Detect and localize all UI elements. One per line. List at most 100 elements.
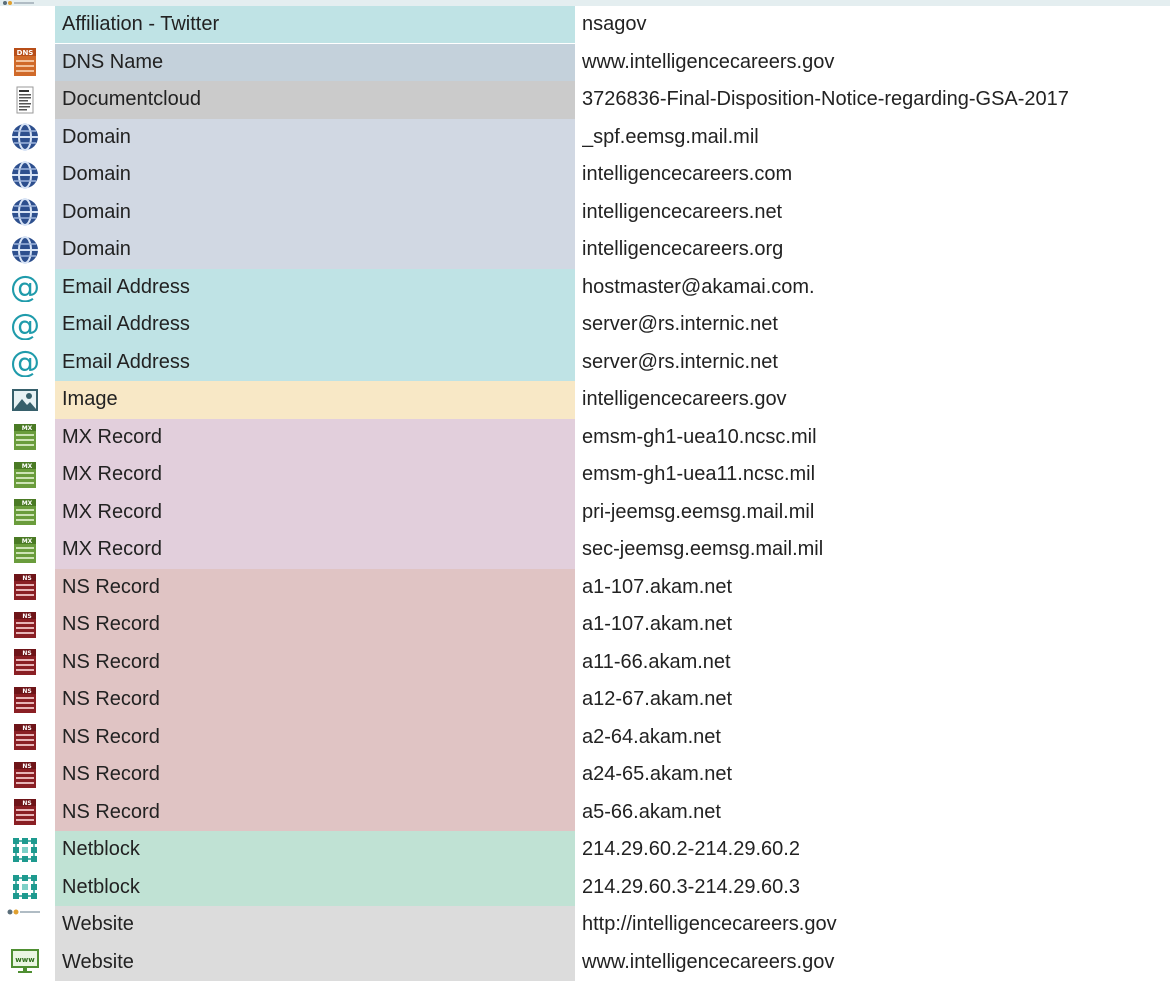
list-item[interactable]: NS NS Recorda1-107.akam.net — [0, 569, 1170, 607]
entity-value[interactable]: nsagov — [582, 6, 1170, 43]
entity-value[interactable]: a12-67.akam.net — [582, 681, 1170, 719]
list-item[interactable]: Netblock214.29.60.3-214.29.60.3 — [0, 869, 1170, 907]
image-icon — [0, 381, 50, 419]
entity-type: Netblock — [55, 869, 575, 907]
svg-text:NS: NS — [22, 725, 31, 732]
list-item[interactable]: NSNS Recorda2-64.akam.net — [0, 719, 1170, 757]
list-item[interactable]: @Email Addressserver@rs.internic.net — [0, 306, 1170, 344]
entity-value[interactable]: server@rs.internic.net — [582, 344, 1170, 382]
list-item[interactable]: Websitehttp://intelligencecareers.gov — [0, 906, 1170, 944]
entity-value[interactable]: intelligencecareers.org — [582, 231, 1170, 269]
svg-text:www: www — [15, 956, 35, 964]
entity-value[interactable]: www.intelligencecareers.gov — [582, 44, 1170, 82]
entity-value[interactable]: emsm-gh1-uea11.ncsc.mil — [582, 456, 1170, 494]
list-item[interactable]: Netblock214.29.60.2-214.29.60.2 — [0, 831, 1170, 869]
entity-type: NS Record — [55, 794, 575, 832]
list-item[interactable]: Imageintelligencecareers.gov — [0, 381, 1170, 419]
entity-type: DNS Name — [55, 44, 575, 82]
entity-value[interactable]: a2-64.akam.net — [582, 719, 1170, 757]
globe-icon — [0, 156, 50, 194]
svg-text:NS: NS — [22, 575, 31, 582]
www-monitor-icon: www — [0, 944, 50, 981]
entity-type: MX Record — [55, 456, 575, 494]
entity-value[interactable]: 214.29.60.3-214.29.60.3 — [582, 869, 1170, 907]
entity-type: NS Record — [55, 606, 575, 644]
entity-value[interactable]: a11-66.akam.net — [582, 644, 1170, 682]
list-item[interactable]: NS NS Recorda11-66.akam.net — [0, 644, 1170, 682]
entity-type: MX Record — [55, 494, 575, 532]
ns-server-icon: NS — [0, 756, 50, 794]
ns-server-icon: NS — [0, 569, 50, 607]
entity-value[interactable]: intelligencecareers.com — [582, 156, 1170, 194]
entity-value[interactable]: _spf.eemsg.mail.mil — [582, 119, 1170, 157]
list-item[interactable]: DNS DNS Namewww.intelligencecareers.gov — [0, 44, 1170, 82]
svg-text:NS: NS — [22, 650, 31, 657]
svg-text:MX: MX — [22, 463, 33, 470]
entity-value[interactable]: hostmaster@akamai.com. — [582, 269, 1170, 307]
globe-icon — [0, 231, 50, 269]
list-item[interactable]: Domain_spf.eemsg.mail.mil — [0, 119, 1170, 157]
svg-text:MX: MX — [22, 538, 33, 545]
entity-value[interactable]: a5-66.akam.net — [582, 794, 1170, 832]
entity-type: NS Record — [55, 569, 575, 607]
entity-value[interactable]: a1-107.akam.net — [582, 569, 1170, 607]
list-item[interactable]: @Email Addresshostmaster@akamai.com. — [0, 269, 1170, 307]
netblock-icon — [0, 869, 50, 907]
entity-type: Email Address — [55, 344, 575, 382]
svg-text:NS: NS — [22, 763, 31, 770]
entity-type: MX Record — [55, 419, 575, 457]
svg-text:NS: NS — [22, 613, 31, 620]
mx-server-icon: MX — [0, 531, 50, 569]
entity-value[interactable]: a24-65.akam.net — [582, 756, 1170, 794]
entity-type: Domain — [55, 156, 575, 194]
ns-server-icon: NS — [0, 644, 50, 682]
list-item[interactable]: MX MX Recordemsm-gh1-uea11.ncsc.mil — [0, 456, 1170, 494]
entity-value[interactable]: 214.29.60.2-214.29.60.2 — [582, 831, 1170, 869]
entity-value[interactable]: a1-107.akam.net — [582, 606, 1170, 644]
list-item[interactable]: MXMX Recordemsm-gh1-uea10.ncsc.mil — [0, 419, 1170, 457]
entity-value[interactable]: intelligencecareers.net — [582, 194, 1170, 232]
entity-type: Netblock — [55, 831, 575, 869]
entity-value[interactable]: pri-jeemsg.eemsg.mail.mil — [582, 494, 1170, 532]
list-item[interactable]: Domainintelligencecareers.org — [0, 231, 1170, 269]
list-item[interactable]: MX MX Recordsec-jeemsg.eemsg.mail.mil — [0, 531, 1170, 569]
list-item[interactable]: Affiliation - Twitternsagov — [0, 6, 1170, 44]
list-item[interactable]: MXMX Recordpri-jeemsg.eemsg.mail.mil — [0, 494, 1170, 532]
entity-type: NS Record — [55, 644, 575, 682]
entity-type: NS Record — [55, 681, 575, 719]
entity-type: Domain — [55, 194, 575, 232]
twitter-affiliation-icon — [0, 6, 50, 43]
entity-list: Affiliation - TwitternsagovDNSDNS Nameww… — [0, 6, 1170, 981]
entity-value[interactable]: www.intelligencecareers.gov — [582, 944, 1170, 981]
list-item[interactable]: Domainintelligencecareers.net — [0, 194, 1170, 232]
entity-value[interactable]: server@rs.internic.net — [582, 306, 1170, 344]
entity-type: Website — [55, 906, 575, 944]
netblock-icon — [0, 831, 50, 869]
ns-server-icon: NS — [0, 794, 50, 832]
at-sign-icon: @ — [0, 306, 50, 344]
entity-value[interactable]: http://intelligencecareers.gov — [582, 906, 1170, 944]
globe-icon — [0, 119, 50, 157]
at-sign-icon: @ — [0, 269, 50, 307]
list-item[interactable]: NS NS Recorda1-107.akam.net — [0, 606, 1170, 644]
list-item[interactable]: Documentcloud3726836-Final-Disposition-N… — [0, 81, 1170, 119]
list-item[interactable]: NSNS Recorda24-65.akam.net — [0, 756, 1170, 794]
list-item[interactable]: @Email Addressserver@rs.internic.net — [0, 344, 1170, 382]
list-item[interactable]: wwwWebsitewww.intelligencecareers.gov — [0, 944, 1170, 981]
svg-text:NS: NS — [22, 800, 31, 807]
svg-text:@: @ — [10, 272, 40, 302]
entity-value[interactable]: intelligencecareers.gov — [582, 381, 1170, 419]
entity-type: MX Record — [55, 531, 575, 569]
ns-server-icon: NS — [0, 681, 50, 719]
entity-type: Affiliation - Twitter — [55, 6, 575, 43]
entity-type: Domain — [55, 119, 575, 157]
entity-value[interactable]: emsm-gh1-uea10.ncsc.mil — [582, 419, 1170, 457]
entity-value[interactable]: sec-jeemsg.eemsg.mail.mil — [582, 531, 1170, 569]
website-small-icon — [0, 906, 50, 944]
list-item[interactable]: NSNS Recorda12-67.akam.net — [0, 681, 1170, 719]
svg-text:@: @ — [10, 310, 40, 340]
list-item[interactable]: NS NS Recorda5-66.akam.net — [0, 794, 1170, 832]
list-item[interactable]: Domainintelligencecareers.com — [0, 156, 1170, 194]
svg-text:DNS: DNS — [17, 49, 34, 57]
entity-value[interactable]: 3726836-Final-Disposition-Notice-regardi… — [582, 81, 1170, 119]
